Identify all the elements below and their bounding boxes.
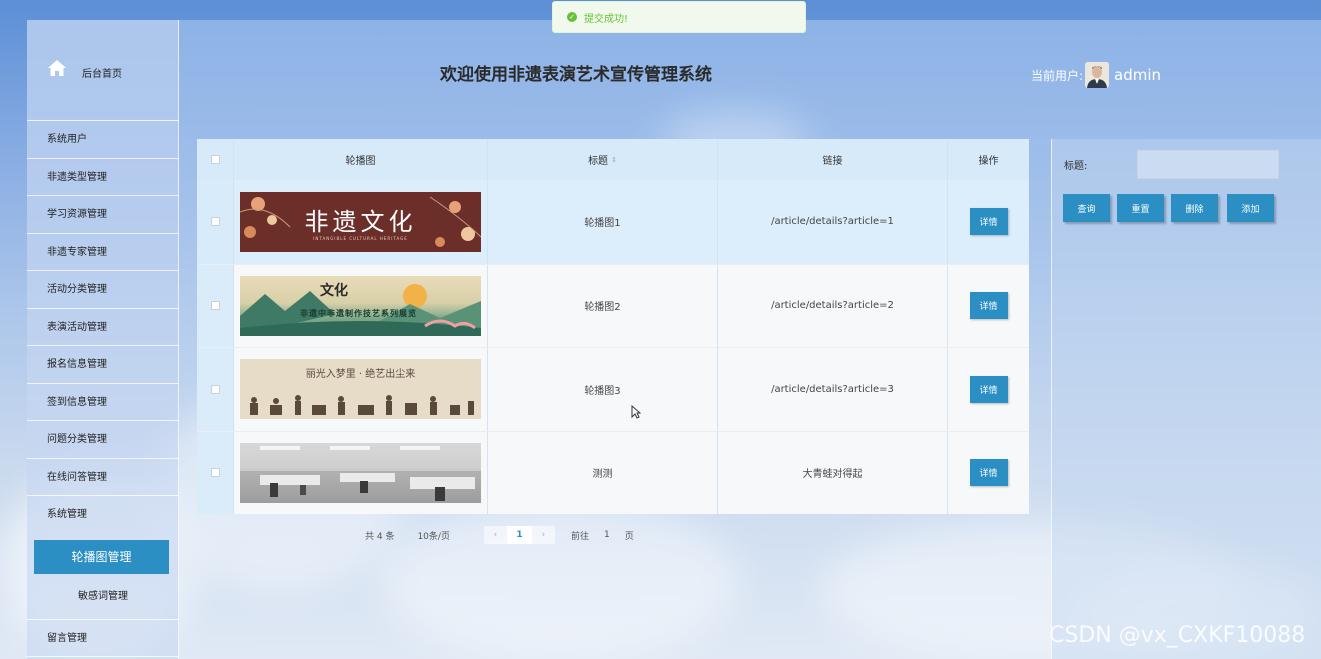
row-checkbox[interactable]: [210, 301, 220, 311]
page-number-current[interactable]: 1: [506, 526, 532, 544]
sidebar-item-learning-resources[interactable]: 学习资源管理: [27, 196, 179, 234]
sidebar-item-experts[interactable]: 非遗专家管理: [27, 234, 179, 271]
detail-button[interactable]: 详情: [969, 459, 1008, 487]
home-icon: [48, 60, 66, 76]
sidebar-item-online-qa[interactable]: 在线问答管理: [27, 459, 179, 496]
goto-input[interactable]: 1: [604, 530, 610, 540]
carousel-image-1-subtitle: INTANGIBLE CULTURAL HERITAGE: [313, 235, 408, 241]
sidebar-item-carousel[interactable]: 轮播图管理: [34, 539, 169, 574]
goto-prefix: 前往: [570, 531, 589, 542]
sidebar-item-question-categories[interactable]: 问题分类管理: [27, 421, 179, 459]
reset-button[interactable]: 重置: [1117, 194, 1164, 222]
detail-button[interactable]: 详情: [969, 375, 1008, 403]
column-header-title[interactable]: 标题 ⇕: [488, 139, 718, 180]
page-title: 欢迎使用非遗表演艺术宣传管理系统: [440, 65, 712, 85]
row-link: /article/details?article=1: [771, 216, 894, 228]
avatar[interactable]: [1085, 62, 1110, 88]
carousel-image-3: 丽光入梦里 · 绝艺出尘来: [240, 359, 481, 420]
table-row: 文化 非遗中非遗制作技艺系列展览 轮播图2 /article/details?a…: [197, 263, 1029, 347]
sidebar-menu: 系统用户 非遗类型管理 学习资源管理 非遗专家管理 活动分类管理 表演活动管理 …: [27, 121, 179, 657]
pagination-total: 共 4 条: [365, 531, 395, 542]
add-button[interactable]: 添加: [1227, 194, 1274, 222]
detail-button[interactable]: 详情: [969, 208, 1008, 236]
row-link: /article/details?article=3: [771, 383, 894, 395]
pagination: 共 4 条 10条/页 ‹ 1 › 前往 1 页: [365, 526, 634, 544]
row-checkbox[interactable]: [210, 468, 220, 478]
sidebar-item-messages[interactable]: 留言管理: [27, 620, 179, 657]
row-title: 轮播图3: [584, 385, 621, 397]
sort-icon[interactable]: ⇕: [611, 156, 617, 164]
sidebar: 后台首页 系统用户 非遗类型管理 学习资源管理 非遗专家管理 活动分类管理 表演…: [27, 20, 179, 659]
artisans-silhouette-icon: [250, 395, 474, 416]
carousel-image-2-subtitle: 非遗中非遗制作技艺系列展览: [300, 308, 417, 318]
mouse-cursor-icon: [631, 405, 641, 419]
filter-title-input[interactable]: [1137, 150, 1279, 179]
user-avatar-icon: [1085, 62, 1110, 88]
goto-suffix: 页: [624, 531, 634, 542]
carousel-image-4: [240, 442, 481, 503]
row-link: /article/details?article=2: [771, 300, 894, 312]
sidebar-item-heritage-types[interactable]: 非遗类型管理: [27, 159, 179, 196]
sidebar-item-performances[interactable]: 表演活动管理: [27, 309, 179, 346]
column-header-image: 轮播图: [234, 139, 488, 180]
sidebar-item-sensitive-words[interactable]: 敏感词管理: [27, 574, 179, 620]
column-header-action: 操作: [978, 156, 999, 167]
row-link: 大青蛙对得起: [802, 469, 863, 481]
watermark: CSDN @vx_CXKF10088: [1049, 623, 1306, 648]
next-page-button[interactable]: ›: [531, 526, 555, 544]
office-photo-icon: [240, 445, 481, 503]
user-prefix: 当前用户:: [1031, 68, 1084, 83]
home-label: 后台首页: [82, 69, 122, 80]
landscape-decoration-icon: [240, 283, 481, 336]
select-all-checkbox[interactable]: [210, 155, 220, 164]
carousel-image-1-title: 非遗文化: [304, 207, 417, 236]
row-title: 轮播图1: [584, 218, 621, 230]
table-row: 非遗文化 INTANGIBLE CULTURAL HERITAGE 轮播图1 /…: [197, 180, 1029, 264]
delete-button[interactable]: 删除: [1171, 194, 1218, 222]
current-user: 当前用户: admin: [1031, 62, 1161, 88]
filter-title-label: 标题:: [1064, 161, 1088, 172]
table-header: 轮播图 标题 ⇕ 链接 操作: [197, 139, 1029, 180]
detail-button[interactable]: 详情: [969, 292, 1008, 320]
table-row: 测测 大青蛙对得起 详情: [197, 430, 1029, 514]
row-title: 轮播图2: [584, 302, 621, 314]
success-toast: ✓ 提交成功!: [552, 1, 806, 33]
check-circle-icon: ✓: [567, 12, 577, 22]
carousel-image-2: 文化 非遗中非遗制作技艺系列展览: [240, 275, 481, 336]
sidebar-item-system-users[interactable]: 系统用户: [27, 121, 179, 159]
table-row: 丽光入梦里 · 绝艺出尘来 轮播图3 /article/details?arti…: [197, 347, 1029, 431]
row-title: 测测: [592, 469, 613, 481]
row-checkbox[interactable]: [210, 384, 220, 394]
search-button[interactable]: 查询: [1063, 194, 1110, 222]
row-checkbox[interactable]: [210, 217, 220, 227]
sidebar-item-check-ins[interactable]: 签到信息管理: [27, 384, 179, 421]
pagination-page-size[interactable]: 10条/页: [417, 529, 450, 542]
column-header-title-label: 标题: [588, 156, 609, 167]
header-select-cell: [197, 139, 234, 180]
sidebar-item-system-management[interactable]: 系统管理: [27, 496, 179, 534]
sidebar-item-activity-categories[interactable]: 活动分类管理: [27, 271, 179, 309]
sidebar-item-registrations[interactable]: 报名信息管理: [27, 346, 179, 384]
column-header-link: 链接: [718, 139, 948, 180]
carousel-table: 轮播图 标题 ⇕ 链接 操作 非遗文化 INTANGIBLE CULTURAL …: [197, 139, 1029, 514]
carousel-image-2-title: 文化: [320, 282, 348, 299]
carousel-image-1: 非遗文化 INTANGIBLE CULTURAL HERITAGE: [240, 191, 481, 252]
filter-panel: 标题: 查询 重置 删除 添加: [1051, 139, 1321, 659]
user-name[interactable]: admin: [1114, 66, 1161, 84]
toast-text: 提交成功!: [584, 13, 629, 25]
sidebar-home[interactable]: 后台首页: [27, 20, 179, 121]
prev-page-button[interactable]: ‹: [483, 526, 507, 544]
